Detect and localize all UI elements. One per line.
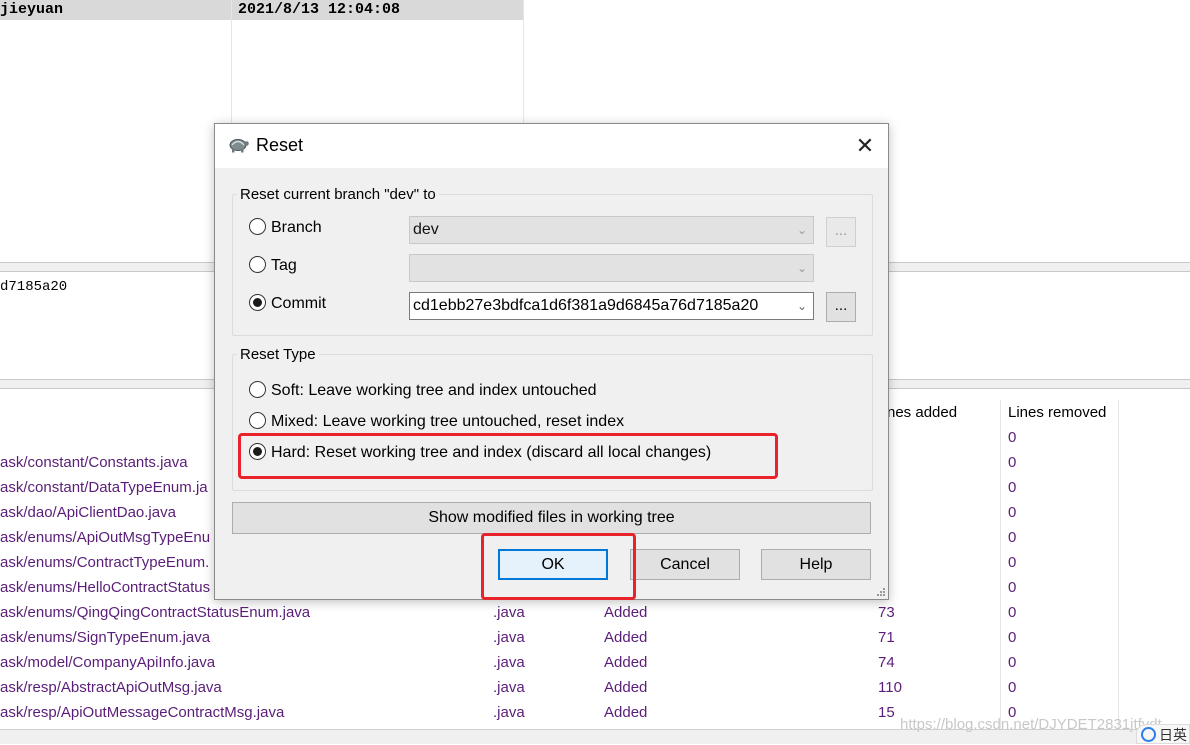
branch-combo-value: dev: [413, 221, 439, 238]
branch-combo[interactable]: dev ⌄: [409, 216, 814, 244]
commit-message-text: d7185a20: [0, 279, 68, 295]
reset-target-legend: Reset current branch "dev" to: [240, 186, 436, 203]
file-extension: .java: [493, 679, 525, 696]
file-status: Added: [604, 704, 648, 721]
chevron-down-icon: ⌄: [796, 223, 807, 237]
radio-soft[interactable]: Soft: Leave working tree and index untou…: [249, 379, 597, 403]
table-row[interactable]: ask/enums/QingQingContractStatusEnum.jav…: [0, 600, 1190, 625]
close-button[interactable]: ✕: [842, 124, 888, 168]
file-path: ask/enums/ApiOutMsgTypeEnu: [0, 529, 211, 546]
browse-commit-button[interactable]: ...: [826, 292, 856, 322]
log-author: jieyuan: [0, 1, 64, 18]
radio-soft-label: Soft: Leave working tree and index untou…: [271, 382, 597, 399]
header-lines-removed[interactable]: Lines removed: [1008, 404, 1106, 421]
file-path: ask/constant/DataTypeEnum.ja: [0, 479, 208, 496]
file-path: ask/constant/Constants.java: [0, 454, 188, 471]
file-lines-removed: 0: [1008, 529, 1017, 546]
radio-commit-label: Commit: [271, 295, 327, 312]
log-selected-row[interactable]: jieyuan 2021/8/13 12:04:08: [0, 0, 523, 20]
file-lines-removed: 0: [1008, 479, 1017, 496]
radio-mixed-label: Mixed: Leave working tree untouched, res…: [271, 413, 625, 430]
file-status: Added: [604, 679, 648, 696]
radio-commit-circle[interactable]: [249, 294, 266, 311]
file-path: ask/resp/ApiOutMessageContractMsg.java: [0, 704, 285, 721]
ime-icon: [1141, 727, 1156, 742]
file-status: Added: [604, 654, 648, 671]
radio-branch[interactable]: Branch: [249, 216, 322, 240]
table-row[interactable]: ask/enums/SignTypeEnum.java .java Added 71 0: [0, 625, 1190, 650]
file-lines-removed: 0: [1008, 604, 1017, 621]
radio-soft-circle[interactable]: [249, 381, 266, 398]
commit-combo[interactable]: cd1ebb27e3bdfca1d6f381a9d6845a76d7185a20…: [409, 292, 814, 320]
file-path: ask/enums/QingQingContractStatusEnum.jav…: [0, 604, 311, 621]
file-lines-added: 73: [878, 604, 895, 621]
help-button[interactable]: Help: [761, 549, 871, 580]
radio-tag[interactable]: Tag: [249, 254, 297, 278]
file-path: ask/dao/ApiClientDao.java: [0, 504, 176, 521]
log-column-divider: [231, 0, 232, 124]
radio-commit[interactable]: Commit: [249, 292, 326, 316]
file-extension: .java: [493, 629, 525, 646]
ime-label: 日英: [1159, 727, 1187, 743]
radio-mixed[interactable]: Mixed: Leave working tree untouched, res…: [249, 410, 624, 434]
file-path: ask/model/CompanyApiInfo.java: [0, 654, 216, 671]
file-path: ask/resp/AbstractApiOutMsg.java: [0, 679, 222, 696]
dialog-titlebar[interactable]: Reset ✕: [215, 124, 888, 168]
file-extension: .java: [493, 704, 525, 721]
file-lines-removed: 0: [1008, 579, 1017, 596]
file-lines-removed: 0: [1008, 454, 1017, 471]
tortoisegit-turtle-icon: [229, 139, 249, 153]
file-lines-added: 110: [878, 679, 902, 696]
show-modified-files-button[interactable]: Show modified files in working tree: [232, 502, 871, 534]
radio-tag-label: Tag: [271, 257, 297, 274]
file-lines-added: 15: [878, 704, 895, 721]
log-list-edge: [523, 0, 524, 124]
resize-grip-icon[interactable]: [876, 587, 886, 597]
browse-branch-button[interactable]: ...: [826, 217, 856, 247]
ime-indicator[interactable]: 日英: [1136, 724, 1190, 744]
tag-combo[interactable]: ⌄: [409, 254, 814, 282]
file-path: ask/enums/ContractTypeEnum.: [0, 554, 210, 571]
reset-dialog: Reset ✕ Reset current branch "dev" to Br…: [214, 123, 889, 600]
file-extension: .java: [493, 654, 525, 671]
file-lines-removed: 0: [1008, 429, 1017, 446]
file-lines-removed: 0: [1008, 554, 1017, 571]
radio-branch-circle[interactable]: [249, 218, 266, 235]
table-row[interactable]: ask/model/CompanyApiInfo.java .java Added 7…: [0, 650, 1190, 675]
reset-type-legend: Reset Type: [240, 346, 316, 363]
close-icon: ✕: [855, 133, 875, 158]
file-lines-added: 71: [878, 629, 895, 646]
commit-combo-value: cd1ebb27e3bdfca1d6f381a9d6845a76d7185a20: [413, 297, 759, 314]
radio-tag-circle[interactable]: [249, 256, 266, 273]
file-path: ask/enums/SignTypeEnum.java: [0, 629, 211, 646]
file-lines-removed: 0: [1008, 504, 1017, 521]
header-lines-added[interactable]: nes added: [887, 404, 957, 421]
radio-mixed-circle[interactable]: [249, 412, 266, 429]
file-path: ask/enums/HelloContractStatus: [0, 579, 211, 596]
ok-annotation-box: [481, 533, 636, 600]
file-extension: .java: [493, 604, 525, 621]
file-status: Added: [604, 629, 648, 646]
file-lines-removed: 0: [1008, 679, 1017, 696]
chevron-down-icon: ⌄: [796, 299, 807, 313]
radio-branch-label: Branch: [271, 219, 322, 236]
table-row[interactable]: ask/resp/AbstractApiOutMsg.java .java Adde…: [0, 675, 1190, 700]
chevron-down-icon: ⌄: [796, 261, 807, 275]
file-lines-added: 74: [878, 654, 895, 671]
file-lines-removed: 0: [1008, 654, 1017, 671]
watermark-text: https://blog.csdn.net/DJYDET2831jtfydt: [900, 716, 1162, 733]
log-date: 2021/8/13 12:04:08: [238, 1, 401, 18]
cancel-button[interactable]: Cancel: [630, 549, 740, 580]
file-status: Added: [604, 604, 648, 621]
dialog-title: Reset: [256, 135, 304, 155]
file-lines-removed: 0: [1008, 629, 1017, 646]
hard-reset-annotation-box: [238, 433, 778, 479]
